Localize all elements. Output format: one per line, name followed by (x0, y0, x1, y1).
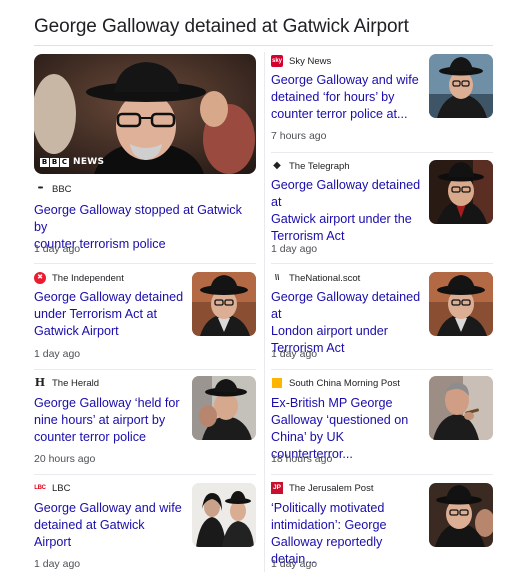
row-divider (271, 152, 493, 153)
source-label: sky Sky News (271, 55, 332, 67)
source-label: South China Morning Post (271, 377, 400, 389)
timestamp: 1 day ago (271, 558, 318, 570)
timestamp: 1 day ago (271, 348, 318, 360)
news-card-featured[interactable]: B B C NEWS ••• BBC George Galloway stopp… (34, 54, 256, 259)
article-thumbnail (192, 483, 256, 547)
sky-news-icon: sky (271, 55, 283, 67)
source-label: JP The Jerusalem Post (271, 482, 373, 494)
row-divider (34, 263, 256, 264)
timestamp: 20 hours ago (34, 453, 96, 465)
article-thumbnail (192, 376, 256, 440)
scmp-icon (272, 378, 282, 388)
featured-thumbnail: B B C NEWS (34, 54, 256, 174)
source-label: LBC LBC (34, 482, 71, 494)
headline[interactable]: George Galloway detained at Gatwick airp… (271, 177, 426, 245)
source-label: H The Herald (34, 376, 99, 389)
headline[interactable]: George Galloway detained under Terrorism… (34, 289, 184, 340)
lbc-icon: LBC (34, 485, 46, 491)
article-thumbnail (192, 272, 256, 336)
jpost-icon: JP (271, 482, 283, 494)
news-card-telegraph[interactable]: ◆ The Telegraph George Galloway detained… (271, 159, 493, 255)
row-divider (271, 474, 493, 475)
article-thumbnail (429, 272, 493, 336)
headline[interactable]: George Galloway and wife detained ‘for h… (271, 72, 421, 123)
column-divider (264, 52, 265, 572)
news-card-herald[interactable]: H The Herald George Galloway ‘held for n… (34, 376, 256, 470)
article-thumbnail (429, 160, 493, 224)
timestamp: 1 day ago (271, 243, 318, 255)
headline[interactable]: George Galloway detained at London airpo… (271, 289, 426, 357)
timestamp: 1 day ago (34, 558, 81, 570)
article-thumbnail (429, 483, 493, 547)
row-divider (271, 263, 493, 264)
source-label: \\ TheNational.scot (271, 272, 361, 284)
news-card-national-scot[interactable]: \\ TheNational.scot George Galloway deta… (271, 270, 493, 364)
timestamp: 7 hours ago (271, 130, 327, 142)
heading-divider (34, 45, 493, 46)
row-divider (34, 474, 256, 475)
article-thumbnail (429, 54, 493, 118)
source-label: ✖ The Independent (34, 272, 124, 284)
article-thumbnail (429, 376, 493, 440)
source-label: ••• BBC (34, 183, 72, 195)
news-card-sky-news[interactable]: sky Sky News George Galloway and wife de… (271, 54, 493, 148)
row-divider (271, 369, 493, 370)
source-label: ◆ The Telegraph (271, 160, 349, 172)
national-scot-icon: \\ (274, 273, 280, 282)
timestamp: 1 day ago (34, 243, 81, 255)
telegraph-diamond-icon: ◆ (273, 160, 281, 171)
news-card-jerusalem-post[interactable]: JP The Jerusalem Post ‘Politically motiv… (271, 481, 493, 573)
independent-eagle-icon: ✖ (34, 272, 46, 284)
herald-h-icon: H (34, 376, 46, 389)
news-card-independent[interactable]: ✖ The Independent George Galloway detain… (34, 270, 256, 364)
timestamp: 1 day ago (34, 348, 81, 360)
news-card-scmp[interactable]: South China Morning Post Ex-British MP G… (271, 376, 493, 470)
timestamp: 18 hours ago (271, 453, 333, 465)
bbc-news-logo: B B C NEWS (40, 157, 105, 167)
headline[interactable]: George Galloway and wife detained at Gat… (34, 500, 184, 551)
row-divider (34, 369, 256, 370)
bbc-dots-icon: ••• (37, 185, 43, 192)
headline[interactable]: George Galloway ‘held for nine hours’ at… (34, 395, 184, 446)
news-card-lbc[interactable]: LBC LBC George Galloway and wife detaine… (34, 481, 256, 573)
page-title: George Galloway detained at Gatwick Airp… (34, 16, 409, 37)
